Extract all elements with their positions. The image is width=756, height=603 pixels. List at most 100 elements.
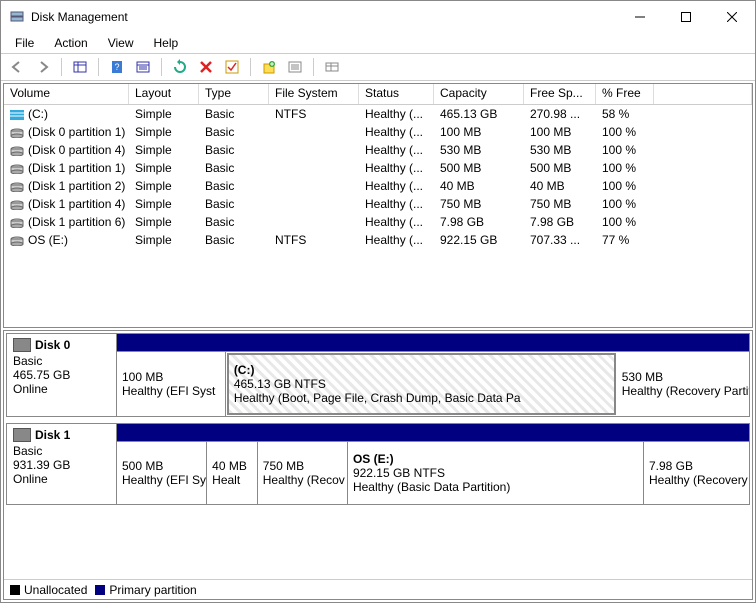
- partition-status: Healthy (EFI Syst: [122, 384, 220, 398]
- settings-button[interactable]: [220, 56, 244, 78]
- disk-icon: [13, 338, 31, 352]
- back-button[interactable]: [5, 56, 29, 78]
- new-button[interactable]: [257, 56, 281, 78]
- col-percent-free[interactable]: % Free: [596, 84, 654, 104]
- partition-block[interactable]: 40 MBHealt: [207, 442, 258, 504]
- properties-button[interactable]: [131, 56, 155, 78]
- partition-status: Healthy (Recov: [263, 473, 342, 487]
- volume-status: Healthy (...: [359, 161, 434, 175]
- col-filesystem[interactable]: File System: [269, 84, 359, 104]
- partition-status: Healt: [212, 473, 252, 487]
- maximize-button[interactable]: [663, 1, 709, 33]
- detail-button[interactable]: [320, 56, 344, 78]
- volume-free: 270.98 ...: [524, 107, 596, 121]
- volume-list: Volume Layout Type File System Status Ca…: [3, 83, 753, 328]
- list-button[interactable]: [283, 56, 307, 78]
- partition-size: 465.13 GB NTFS: [234, 377, 609, 391]
- volume-pct: 100 %: [596, 161, 654, 175]
- volume-capacity: 7.98 GB: [434, 215, 524, 229]
- swatch-primary-icon: [95, 585, 105, 595]
- volume-row[interactable]: (Disk 1 partition 2)SimpleBasicHealthy (…: [4, 177, 752, 195]
- partition-block[interactable]: OS (E:)922.15 GB NTFSHealthy (Basic Data…: [348, 442, 644, 504]
- partition-size: 40 MB: [212, 459, 252, 473]
- volume-row[interactable]: (Disk 0 partition 1)SimpleBasicHealthy (…: [4, 123, 752, 141]
- disk-info[interactable]: Disk 0Basic465.75 GBOnline: [7, 334, 117, 416]
- partition-block[interactable]: 7.98 GBHealthy (Recovery Par: [644, 442, 749, 504]
- disk-info[interactable]: Disk 1Basic931.39 GBOnline: [7, 424, 117, 504]
- volume-name: (Disk 1 partition 4): [28, 197, 125, 211]
- disk-name: Disk 0: [35, 338, 70, 352]
- swatch-unallocated-icon: [10, 585, 20, 595]
- volume-pct: 100 %: [596, 125, 654, 139]
- close-button[interactable]: [709, 1, 755, 33]
- volume-capacity: 750 MB: [434, 197, 524, 211]
- col-status[interactable]: Status: [359, 84, 434, 104]
- menu-view[interactable]: View: [98, 34, 144, 52]
- delete-button[interactable]: [194, 56, 218, 78]
- disk-row: Disk 0Basic465.75 GBOnline100 MBHealthy …: [6, 333, 750, 417]
- refresh-button[interactable]: [168, 56, 192, 78]
- volume-row[interactable]: (Disk 1 partition 6)SimpleBasicHealthy (…: [4, 213, 752, 231]
- volume-type: Basic: [199, 233, 269, 247]
- volume-name: (Disk 0 partition 1): [28, 125, 125, 139]
- col-type[interactable]: Type: [199, 84, 269, 104]
- volume-fs: NTFS: [269, 107, 359, 121]
- partition-status: Healthy (EFI Sy: [122, 473, 201, 487]
- partition-block[interactable]: (C:)465.13 GB NTFSHealthy (Boot, Page Fi…: [227, 353, 616, 415]
- volume-free: 530 MB: [524, 143, 596, 157]
- partition-size: 100 MB: [122, 370, 220, 384]
- volume-row[interactable]: (Disk 1 partition 1)SimpleBasicHealthy (…: [4, 159, 752, 177]
- volume-row[interactable]: (C:)SimpleBasicNTFSHealthy (...465.13 GB…: [4, 105, 752, 123]
- col-volume[interactable]: Volume: [4, 84, 129, 104]
- window-title: Disk Management: [31, 10, 617, 24]
- col-layout[interactable]: Layout: [129, 84, 199, 104]
- volume-capacity: 500 MB: [434, 161, 524, 175]
- volume-status: Healthy (...: [359, 197, 434, 211]
- volume-pct: 100 %: [596, 215, 654, 229]
- col-capacity[interactable]: Capacity: [434, 84, 524, 104]
- disk-size: 465.75 GB: [13, 368, 110, 382]
- partition-block[interactable]: 750 MBHealthy (Recov: [258, 442, 348, 504]
- volume-layout: Simple: [129, 125, 199, 139]
- disk-icon: [13, 428, 31, 442]
- volume-status: Healthy (...: [359, 125, 434, 139]
- volume-layout: Simple: [129, 179, 199, 193]
- partition-block[interactable]: 530 MBHealthy (Recovery Partit: [617, 352, 749, 416]
- partition-status: Healthy (Basic Data Partition): [353, 480, 638, 494]
- list-header: Volume Layout Type File System Status Ca…: [4, 84, 752, 105]
- volume-name: (Disk 1 partition 2): [28, 179, 125, 193]
- forward-button[interactable]: [31, 56, 55, 78]
- minimize-button[interactable]: [617, 1, 663, 33]
- volume-row[interactable]: (Disk 0 partition 4)SimpleBasicHealthy (…: [4, 141, 752, 159]
- volume-fs: NTFS: [269, 233, 359, 247]
- titlebar[interactable]: Disk Management: [1, 1, 755, 33]
- disk-status: Online: [13, 472, 110, 486]
- volume-status: Healthy (...: [359, 179, 434, 193]
- partition-color-bar: [117, 424, 749, 442]
- help-button[interactable]: ?: [105, 56, 129, 78]
- menu-file[interactable]: File: [5, 34, 44, 52]
- show-hide-button[interactable]: [68, 56, 92, 78]
- menubar: File Action View Help: [1, 33, 755, 53]
- disk-map-panel: Disk 0Basic465.75 GBOnline100 MBHealthy …: [3, 330, 753, 600]
- disk-status: Online: [13, 382, 110, 396]
- volume-free: 40 MB: [524, 179, 596, 193]
- volume-type: Basic: [199, 143, 269, 157]
- volume-pct: 100 %: [596, 197, 654, 211]
- volume-row[interactable]: (Disk 1 partition 4)SimpleBasicHealthy (…: [4, 195, 752, 213]
- volume-row[interactable]: OS (E:)SimpleBasicNTFSHealthy (...922.15…: [4, 231, 752, 249]
- disk-row: Disk 1Basic931.39 GBOnline500 MBHealthy …: [6, 423, 750, 505]
- volume-layout: Simple: [129, 197, 199, 211]
- volume-capacity: 922.15 GB: [434, 233, 524, 247]
- col-free[interactable]: Free Sp...: [524, 84, 596, 104]
- volume-pct: 58 %: [596, 107, 654, 121]
- volume-free: 100 MB: [524, 125, 596, 139]
- volume-free: 7.98 GB: [524, 215, 596, 229]
- menu-help[interactable]: Help: [144, 34, 189, 52]
- volume-free: 500 MB: [524, 161, 596, 175]
- partition-block[interactable]: 500 MBHealthy (EFI Sy: [117, 442, 207, 504]
- volume-status: Healthy (...: [359, 143, 434, 157]
- menu-action[interactable]: Action: [44, 34, 97, 52]
- partition-block[interactable]: 100 MBHealthy (EFI Syst: [117, 352, 226, 416]
- legend: Unallocated Primary partition: [4, 579, 752, 599]
